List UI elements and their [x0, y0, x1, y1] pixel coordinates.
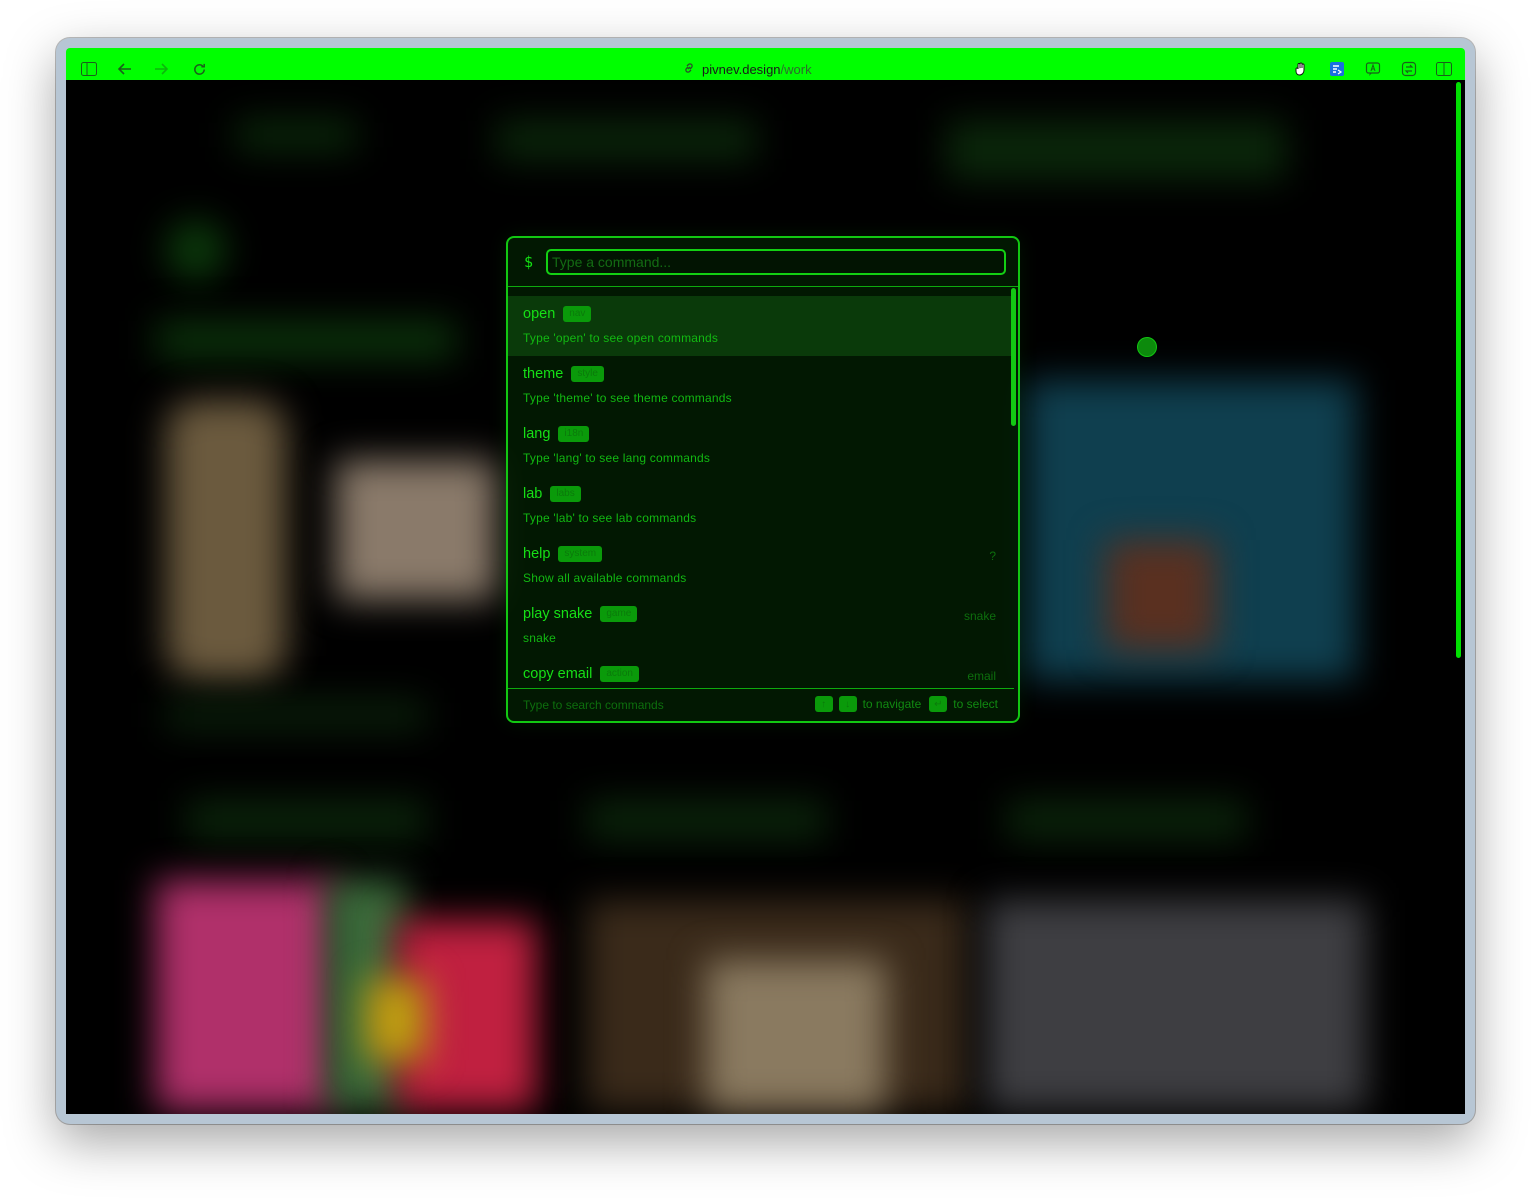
blurred-heading: [586, 800, 826, 840]
link-icon: [682, 61, 696, 78]
select-label: to select: [953, 697, 998, 711]
url-host: pivnev.design: [702, 61, 781, 77]
url-path: /work: [780, 61, 812, 77]
command-description: Type 'lab' to see lab commands: [523, 511, 697, 525]
blurred-heading: [156, 320, 456, 360]
cursor-indicator-dot: [1137, 337, 1157, 357]
enter-key-icon: ↵: [929, 696, 948, 712]
command-shortcut-hint: snake: [963, 609, 996, 623]
blurred-avatar: [166, 220, 226, 280]
blurred-project-image: [1106, 540, 1216, 650]
command-name: theme: [523, 366, 564, 382]
command-description: snake: [523, 631, 557, 645]
reader-extension-icon[interactable]: [1362, 58, 1384, 80]
blurred-project-image: [336, 460, 496, 600]
command-badge: labs: [550, 486, 581, 502]
prompt-symbol: $: [524, 253, 534, 271]
command-badge: i18n: [558, 426, 590, 442]
forward-arrow-icon[interactable]: [150, 58, 172, 80]
reload-icon[interactable]: [188, 58, 210, 80]
command-item-help[interactable]: help system ? Show all available commands: [508, 536, 1014, 596]
command-description: Show all available commands: [523, 571, 687, 585]
command-badge: action: [600, 666, 639, 682]
blurred-nav-item: [236, 120, 356, 150]
blurred-nav-item: [946, 120, 1286, 180]
command-item-lang[interactable]: lang i18n Type 'lang' to see lang command…: [508, 416, 1014, 476]
command-badge: style: [571, 366, 604, 382]
command-badge: system: [558, 546, 603, 562]
blurred-project-image: [166, 400, 286, 680]
command-name: help: [523, 546, 551, 562]
blurred-project-image: [706, 960, 886, 1110]
blurred-heading: [1006, 800, 1246, 840]
hand-cursor-extension-icon[interactable]: [1290, 58, 1312, 80]
blurred-nav-item: [496, 120, 756, 160]
blurred-project-image: [986, 900, 1366, 1110]
command-description: Type 'open' to see open commands: [523, 331, 719, 345]
command-description: Type 'theme' to see theme commands: [523, 391, 732, 405]
command-item-open[interactable]: open nav Type 'open' to see open commands: [508, 296, 1014, 356]
arrow-down-key-icon: ↓: [838, 696, 857, 712]
command-list: open nav Type 'open' to see open commands…: [508, 296, 1014, 688]
address-bar[interactable]: pivnev.design/work: [682, 59, 812, 79]
browser-window: pivnev.design/work $ Type a command... o…: [56, 38, 1475, 1124]
command-shortcut-hint: email: [967, 669, 996, 683]
back-arrow-icon[interactable]: [114, 58, 136, 80]
command-item-play-snake[interactable]: play snake game snake snake: [508, 596, 1014, 656]
blurred-heading: [186, 800, 426, 840]
command-badge: nav: [563, 306, 592, 322]
command-name: lang: [523, 426, 551, 442]
command-input-row: $: [508, 238, 1018, 287]
blurred-project-image: [156, 880, 336, 1110]
arrow-up-key-icon: ↑: [814, 696, 833, 712]
command-input[interactable]: [546, 249, 1006, 275]
command-name: lab: [523, 486, 543, 502]
command-palette: $ opennav Type 'open' to see open comman…: [506, 236, 1020, 723]
palette-footer: Type to search commands ↑ ↓ to navigate …: [508, 688, 1014, 721]
translate-extension-icon[interactable]: [1326, 58, 1348, 80]
command-name: play snake: [523, 606, 593, 622]
command-item-theme[interactable]: theme style Type 'theme' to see theme com…: [508, 356, 1014, 416]
page-content: $ opennav Type 'open' to see open comman…: [66, 80, 1465, 1114]
sync-extension-icon[interactable]: [1398, 58, 1420, 80]
split-view-icon[interactable]: [1433, 58, 1455, 80]
command-item-copy-email[interactable]: copy email action email: [508, 656, 1014, 688]
command-item-lab[interactable]: lab labs Type 'lab' to see lab commands: [508, 476, 1014, 536]
footer-hint: Type to search commands: [523, 698, 664, 712]
sidebar-icon[interactable]: [78, 58, 100, 80]
blurred-caption: [166, 700, 426, 730]
blurred-project-image: [366, 980, 426, 1060]
navigate-label: to navigate: [862, 697, 922, 711]
command-shortcut-hint: ?: [989, 549, 996, 563]
command-description: Type 'lang' to see lang commands: [523, 451, 711, 465]
command-name: open: [523, 306, 556, 322]
command-badge: game: [600, 606, 638, 622]
command-name: copy email: [523, 666, 593, 682]
page-scrollbar[interactable]: [1456, 82, 1461, 658]
command-list-scrollbar[interactable]: [1011, 288, 1016, 426]
